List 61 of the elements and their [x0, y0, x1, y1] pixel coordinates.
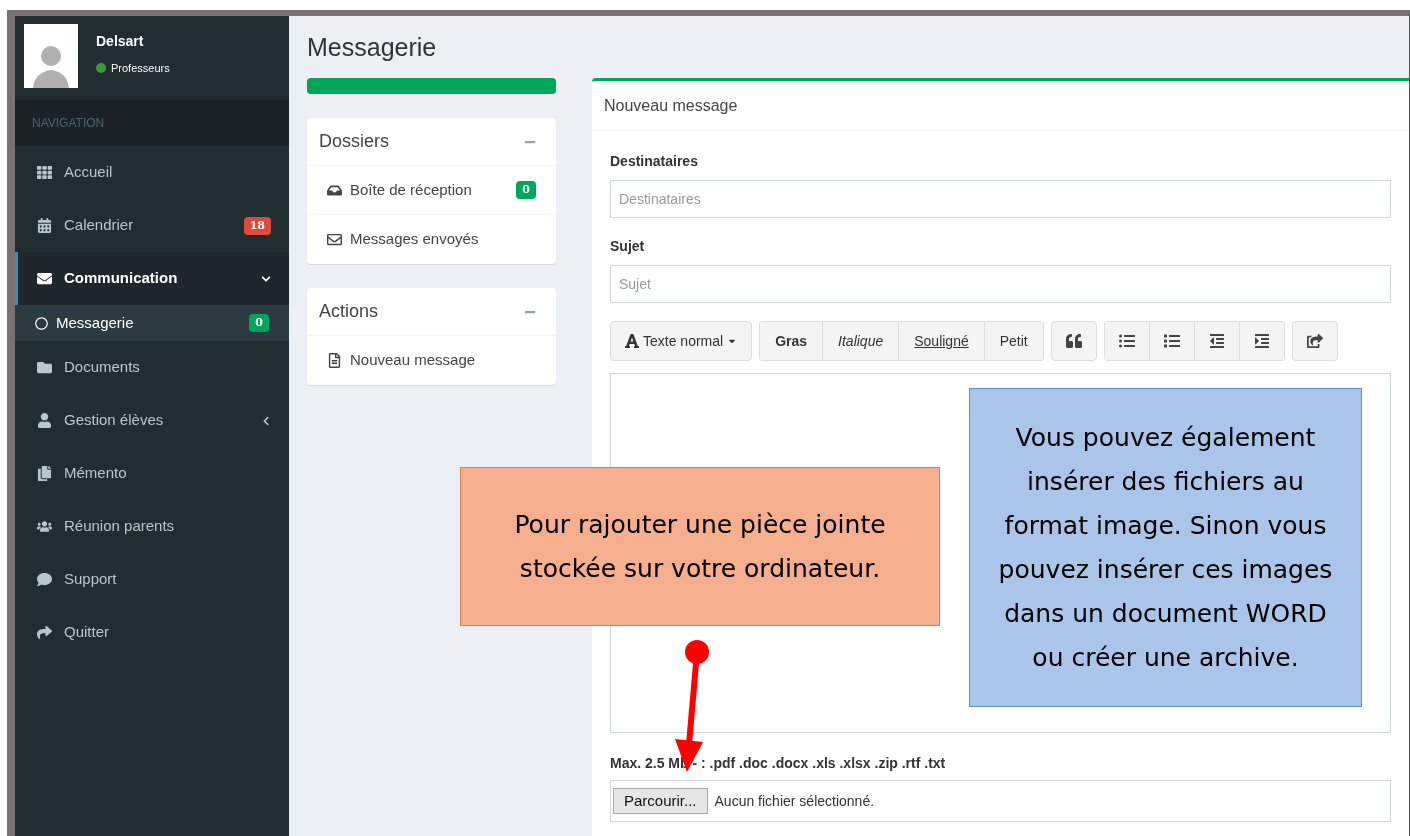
nav-item[interactable]: Documents [15, 341, 289, 394]
count-badge: 0 [249, 314, 269, 332]
format-button[interactable]: Souligné [898, 321, 985, 361]
nav-item[interactable]: Accueil [15, 146, 289, 199]
field-label: Destinataires [610, 152, 699, 171]
document-icon [327, 353, 342, 368]
folder-item[interactable]: Nouveau message [307, 336, 556, 385]
file-status: Aucun fichier sélectionné. [714, 791, 875, 811]
count-badge: 18 [243, 216, 271, 235]
toolbar-button[interactable] [1103, 321, 1150, 361]
toolbar-button[interactable] [1193, 321, 1240, 361]
letter-a-icon [625, 333, 639, 349]
user-role: Professeurs [111, 61, 170, 76]
format-button[interactable]: Italique [822, 321, 900, 361]
copy-icon [37, 466, 52, 481]
envelope-icon [327, 232, 342, 247]
grid-icon [37, 165, 52, 180]
format-button[interactable]: Petit [983, 321, 1044, 361]
nav-item[interactable]: Mémento [15, 447, 289, 500]
text-field[interactable]: Destinataires [610, 180, 1391, 218]
user-name: Delsart [96, 32, 145, 51]
file-input[interactable]: Parcourir... Aucun fichier sélectionné. [610, 780, 1391, 822]
user-icon [37, 413, 52, 428]
quote-icon [1065, 333, 1082, 349]
toolbar-button[interactable] [1148, 321, 1195, 361]
format-button[interactable]: Gras [759, 321, 824, 361]
nav-item[interactable]: Quitter [15, 606, 289, 659]
folder-icon [37, 360, 52, 375]
panel-title: Nouveau message [604, 95, 738, 116]
toolbar-button[interactable] [1238, 321, 1285, 361]
page-title: Messagerie [307, 32, 438, 63]
folder-item[interactable]: Boîte de réception 0 [307, 166, 556, 215]
text-style-dropdown[interactable]: Texte normal [610, 321, 753, 361]
outdent-icon [1208, 333, 1225, 349]
nav-item[interactable]: Support [15, 553, 289, 606]
annotation-callout: Pour rajouter une pièce jointe stockée sur votre ordinateur. [460, 467, 940, 626]
calendar-icon [37, 218, 52, 233]
nav-heading: NAVIGATION [32, 115, 105, 132]
text-field[interactable]: Sujet [610, 265, 1391, 303]
speech-bubble-icon [37, 572, 52, 587]
field-label: Sujet [610, 237, 646, 256]
envelope-icon [37, 271, 52, 286]
share-arrow-icon [37, 625, 52, 640]
folder-item[interactable]: Messages envoyés [307, 215, 556, 264]
toolbar-button[interactable] [1050, 321, 1097, 361]
bulleted-list-icon [1118, 333, 1135, 349]
share-icon [1306, 333, 1323, 349]
panel-title: Dossiers [319, 130, 390, 153]
numbered-list-icon [1163, 333, 1180, 349]
browse-button[interactable]: Parcourir... [613, 788, 708, 814]
users-icon [37, 519, 52, 534]
nav-item[interactable]: Gestion élèves [15, 394, 289, 447]
panel-title: Actions [319, 300, 380, 323]
annotation-callout: Vous pouvez également insérer des fichiers au format image. Sinon vous pouvez insérer ces images dans un document WORD ou créer une archive. [969, 388, 1362, 707]
count-badge: 0 [516, 181, 536, 199]
nav-item[interactable]: Communication [15, 252, 289, 305]
nav-item[interactable]: Calendrier 18 [15, 199, 289, 252]
nav-subitem[interactable]: Messagerie 0 [15, 305, 289, 341]
nav-item[interactable]: Réunion parents [15, 500, 289, 553]
indent-icon [1253, 333, 1270, 349]
toolbar-button[interactable] [1291, 321, 1338, 361]
